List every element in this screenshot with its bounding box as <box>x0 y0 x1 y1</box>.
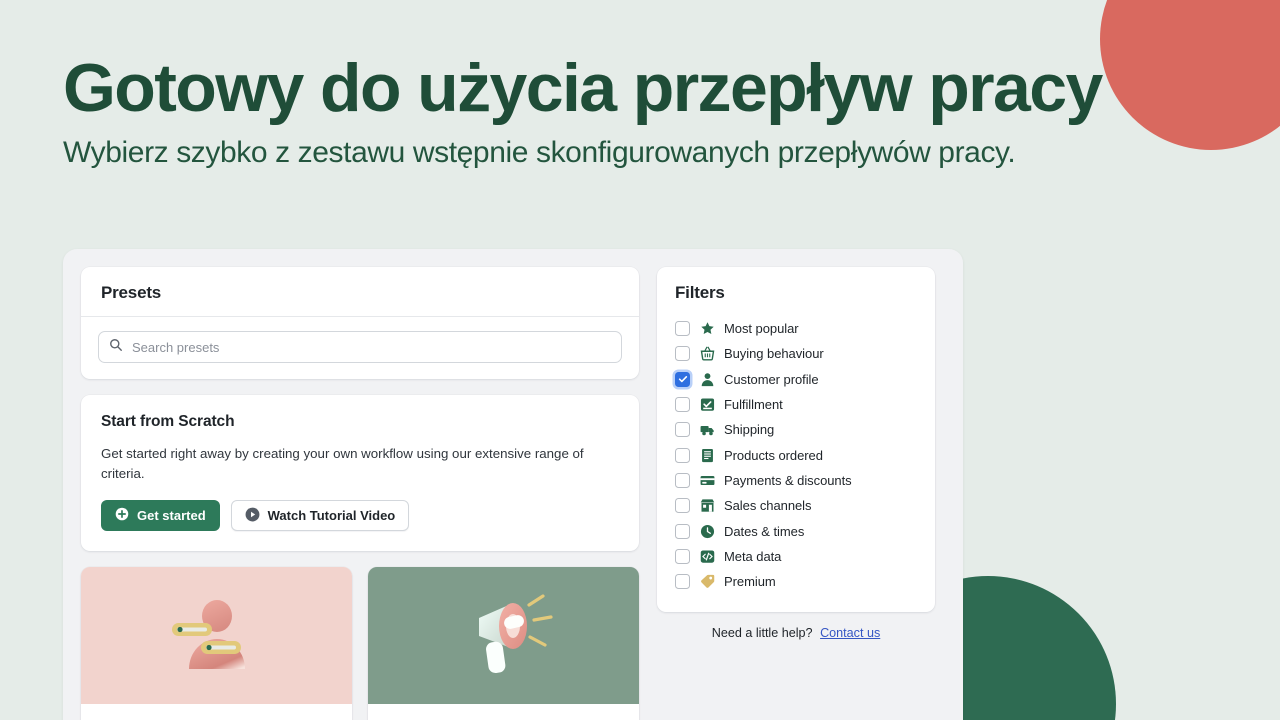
plus-circle-icon <box>115 507 129 524</box>
get-started-label: Get started <box>137 508 206 524</box>
filter-item-label: Fulfillment <box>724 397 783 413</box>
filter-item-label: Payments & discounts <box>724 472 852 488</box>
filter-item-label: Products ordered <box>724 447 823 463</box>
filter-item[interactable]: Buying behaviour <box>675 341 917 366</box>
filters-heading: Filters <box>675 283 725 302</box>
preset-thumbnail-row <box>81 567 639 720</box>
presets-panel: Presets Start from Scratch Get started r… <box>63 249 963 720</box>
filter-checkbox[interactable] <box>675 397 690 413</box>
person-icon <box>699 371 715 387</box>
preset-card-footer <box>368 704 639 720</box>
code-icon <box>699 548 715 564</box>
tag-icon <box>699 574 715 590</box>
filter-item[interactable]: Fulfillment <box>675 392 917 417</box>
filter-item[interactable]: Dates & times <box>675 518 917 543</box>
watch-tutorial-video-button[interactable]: Watch Tutorial Video <box>230 500 410 532</box>
star-icon <box>699 321 715 337</box>
filter-checkbox[interactable] <box>675 321 690 337</box>
scratch-description: Get started right away by creating your … <box>101 446 584 481</box>
get-started-button[interactable]: Get started <box>101 500 220 532</box>
presets-card: Presets <box>81 267 639 379</box>
search-field-wrapper[interactable] <box>98 331 622 363</box>
truck-icon <box>699 422 715 438</box>
page-title: Gotowy do użycia przepływ pracy <box>63 50 1103 126</box>
filters-card: Filters Most popular Buying behaviour Cust… <box>657 267 935 613</box>
filter-item-label: Buying behaviour <box>724 346 824 362</box>
basket-icon <box>699 346 715 362</box>
filter-item-label: Dates & times <box>724 523 805 539</box>
scratch-button-row: Get started Watch Tutorial Video <box>101 500 619 532</box>
filter-item[interactable]: Premium <box>675 569 917 594</box>
filter-item-label: Premium <box>724 574 776 590</box>
preset-card-customer-profile[interactable] <box>81 567 352 720</box>
play-circle-icon <box>245 507 260 525</box>
presets-heading: Presets <box>81 267 639 317</box>
hero-section: Gotowy do użycia przepływ pracy Wybierz … <box>63 50 1193 171</box>
watch-tutorial-label: Watch Tutorial Video <box>267 508 396 524</box>
filter-item-label: Customer profile <box>724 371 819 387</box>
contact-us-link[interactable]: Contact us <box>820 626 880 640</box>
filter-item[interactable]: Sales channels <box>675 493 917 518</box>
filter-checkbox[interactable] <box>675 498 690 514</box>
filter-item[interactable]: Meta data <box>675 544 917 569</box>
search-input[interactable] <box>132 339 611 355</box>
right-column: Filters Most popular Buying behaviour Cust… <box>657 267 935 711</box>
preset-card-marketing[interactable] <box>368 567 639 720</box>
storefront-icon <box>699 498 715 514</box>
filter-item-label: Most popular <box>724 321 799 337</box>
preset-thumbnail-image <box>368 567 639 705</box>
filter-item-label: Meta data <box>724 548 782 564</box>
filter-item[interactable]: Most popular <box>675 316 917 341</box>
clock-icon <box>699 523 715 539</box>
help-row: Need a little help? Contact us <box>657 626 935 640</box>
page-subtitle: Wybierz szybko z zestawu wstępnie skonfi… <box>63 136 1016 170</box>
credit-card-icon <box>699 472 715 488</box>
filter-item[interactable]: Products ordered <box>675 442 917 467</box>
megaphone-3d-icon <box>449 590 559 681</box>
filter-checkbox[interactable] <box>675 447 690 463</box>
help-text: Need a little help? <box>711 626 813 641</box>
start-from-scratch-card: Start from Scratch Get started right awa… <box>81 395 639 552</box>
customer-profile-3d-icon <box>169 595 265 676</box>
receipt-icon <box>699 447 715 463</box>
scratch-title: Start from Scratch <box>101 413 235 430</box>
left-column: Presets Start from Scratch Get started r… <box>81 267 639 720</box>
presets-search-area <box>81 317 639 379</box>
preset-card-footer <box>81 704 352 720</box>
filter-checkbox[interactable] <box>675 371 690 387</box>
filter-item[interactable]: Customer profile <box>675 367 917 392</box>
search-icon <box>109 338 123 357</box>
filter-checkbox[interactable] <box>675 574 690 590</box>
filter-item-label: Shipping <box>724 422 775 438</box>
filter-checkbox[interactable] <box>675 472 690 488</box>
filters-list: Most popular Buying behaviour Customer pro… <box>675 316 917 594</box>
filter-item[interactable]: Payments & discounts <box>675 468 917 493</box>
preset-thumbnail-image <box>81 567 352 705</box>
filter-checkbox[interactable] <box>675 523 690 539</box>
checkbox-square-icon <box>699 397 715 413</box>
filter-checkbox[interactable] <box>675 346 690 362</box>
filter-item[interactable]: Shipping <box>675 417 917 442</box>
filter-checkbox[interactable] <box>675 548 690 564</box>
filter-checkbox[interactable] <box>675 422 690 438</box>
filter-item-label: Sales channels <box>724 498 812 514</box>
